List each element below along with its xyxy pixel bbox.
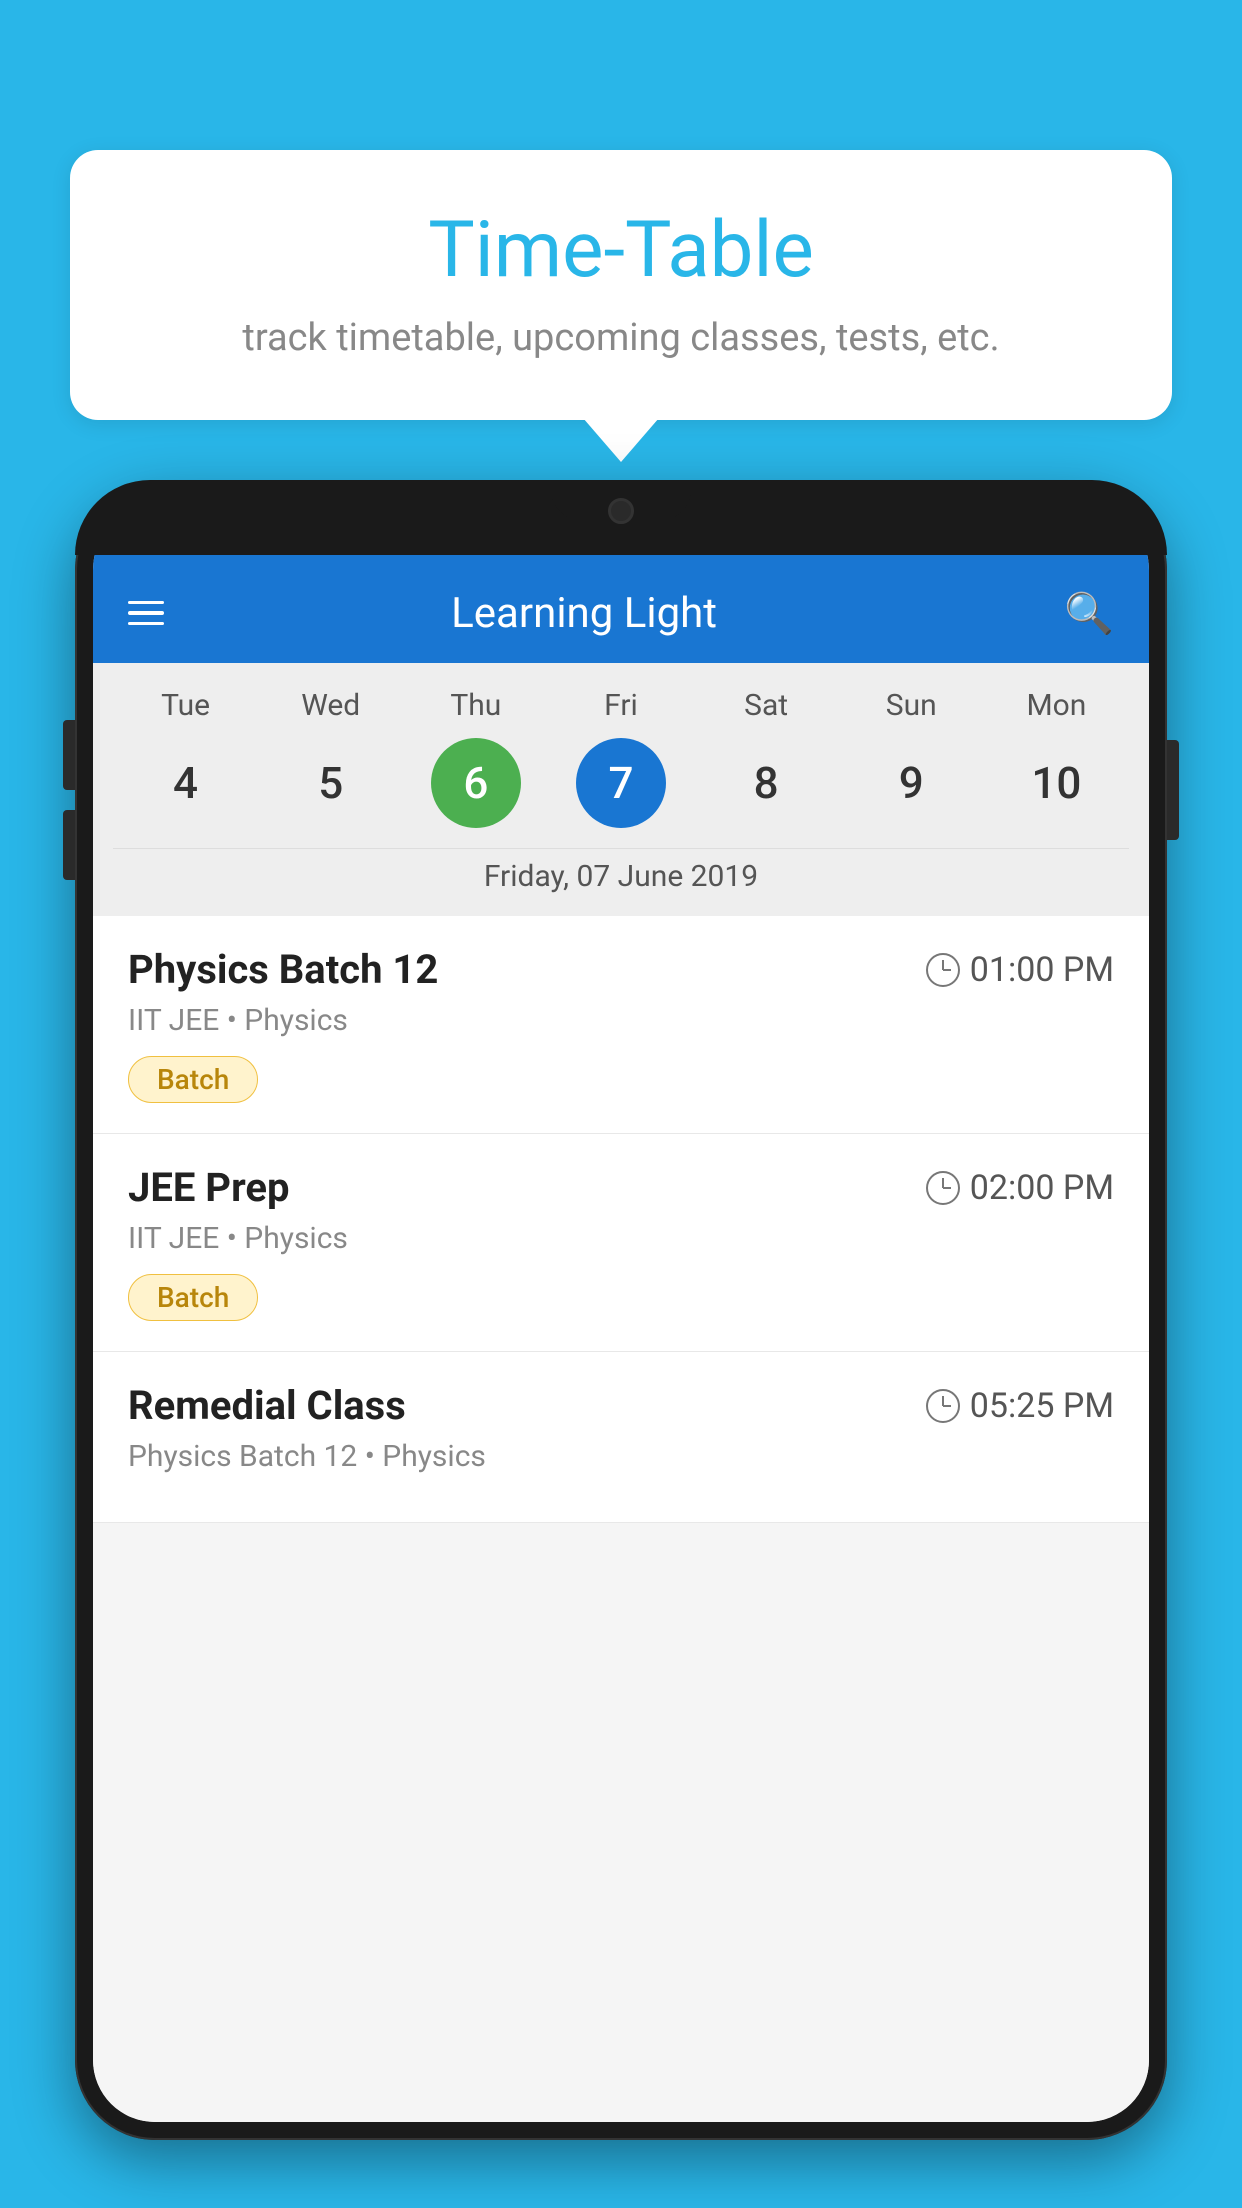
tooltip-title: Time-Table [130,205,1112,296]
selected-date-label: Friday, 07 June 2019 [113,848,1129,916]
day-header-tue: Tue [141,688,231,723]
power-button [1167,740,1179,840]
schedule-item-3-title: Remedial Class [128,1382,406,1429]
front-camera [608,498,634,524]
day-5[interactable]: 5 [286,738,376,828]
schedule-item-3-time-text: 05:25 PM [970,1386,1114,1426]
batch-badge-1: Batch [128,1056,258,1103]
day-headers: Tue Wed Thu Fri Sat Sun Mon [113,688,1129,723]
day-4[interactable]: 4 [141,738,231,828]
schedule-item-2[interactable]: JEE Prep 02:00 PM IIT JEE • Physics Batc… [93,1134,1149,1352]
day-8[interactable]: 8 [721,738,811,828]
schedule-item-2-time-text: 02:00 PM [970,1168,1114,1208]
phone-screen: 14:29 ▼ [93,498,1149,2122]
tooltip-box: Time-Table track timetable, upcoming cla… [70,150,1172,420]
day-6-today[interactable]: 6 [431,738,521,828]
phone-top-bar [75,480,1167,555]
day-header-sat: Sat [721,688,811,723]
app-title: Learning Light [194,589,974,638]
day-header-mon: Mon [1011,688,1101,723]
schedule-item-2-title: JEE Prep [128,1164,289,1211]
schedule-item-1-time: 01:00 PM [926,950,1114,990]
day-numbers: 4 5 6 7 8 9 10 [113,738,1129,828]
day-header-fri: Fri [576,688,666,723]
search-icon[interactable]: 🔍 [1064,590,1114,637]
day-7-selected[interactable]: 7 [576,738,666,828]
day-header-thu: Thu [431,688,521,723]
tooltip-subtitle: track timetable, upcoming classes, tests… [130,316,1112,360]
day-header-wed: Wed [286,688,376,723]
hamburger-menu-icon[interactable] [128,601,164,626]
schedule-item-1-title: Physics Batch 12 [128,946,438,993]
schedule-list: Physics Batch 12 01:00 PM IIT JEE • Phys… [93,916,1149,2122]
app-bar: Learning Light 🔍 [93,563,1149,663]
day-10[interactable]: 10 [1011,738,1101,828]
calendar-strip: Tue Wed Thu Fri Sat Sun Mon 4 5 6 7 8 9 … [93,663,1149,916]
hamburger-line-3 [128,622,164,626]
schedule-item-1-header: Physics Batch 12 01:00 PM [128,946,1114,993]
hamburger-line-1 [128,601,164,605]
schedule-item-1-time-text: 01:00 PM [970,950,1114,990]
phone-outer: 14:29 ▼ [75,480,1167,2140]
clock-icon-1 [926,953,960,987]
hamburger-line-2 [128,611,164,615]
schedule-item-2-subtitle: IIT JEE • Physics [128,1221,1114,1256]
phone-frame: 14:29 ▼ [75,480,1167,2208]
schedule-item-3-subtitle: Physics Batch 12 • Physics [128,1439,1114,1474]
clock-icon-3 [926,1389,960,1423]
schedule-item-2-header: JEE Prep 02:00 PM [128,1164,1114,1211]
schedule-item-2-time: 02:00 PM [926,1168,1114,1208]
schedule-item-3-time: 05:25 PM [926,1386,1114,1426]
schedule-item-3-header: Remedial Class 05:25 PM [128,1382,1114,1429]
day-header-sun: Sun [866,688,956,723]
schedule-item-1[interactable]: Physics Batch 12 01:00 PM IIT JEE • Phys… [93,916,1149,1134]
day-9[interactable]: 9 [866,738,956,828]
volume-down-button [63,810,75,880]
batch-badge-2: Batch [128,1274,258,1321]
clock-icon-2 [926,1171,960,1205]
schedule-item-3[interactable]: Remedial Class 05:25 PM Physics Batch 12… [93,1352,1149,1523]
volume-up-button [63,720,75,790]
tooltip-container: Time-Table track timetable, upcoming cla… [70,150,1172,420]
schedule-item-1-subtitle: IIT JEE • Physics [128,1003,1114,1038]
